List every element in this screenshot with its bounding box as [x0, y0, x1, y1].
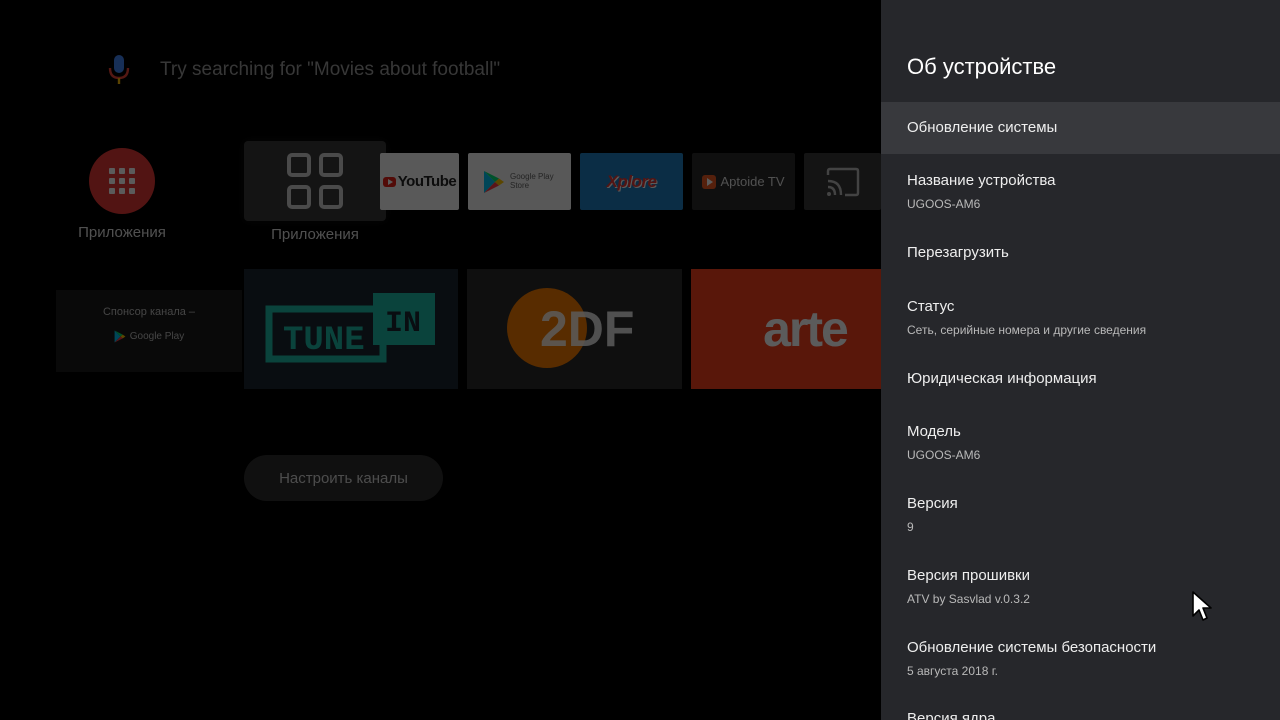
settings-item-status[interactable]: Статус Сеть, серийные номера и другие св…: [881, 298, 1280, 337]
channel-arte[interactable]: arte: [691, 269, 881, 389]
aptoide-play-icon: [702, 174, 717, 189]
settings-item-restart[interactable]: Перезагрузить: [881, 244, 1280, 262]
youtube-logo: YouTube: [382, 173, 457, 190]
arte-logo: arte: [763, 301, 849, 357]
app-xplore[interactable]: Xplore: [580, 153, 683, 210]
mouse-pointer-icon: [1192, 591, 1212, 621]
apps-grid-icon: [89, 148, 155, 214]
google-play-logo: Google Play Store: [483, 170, 556, 194]
svg-text:TUNE: TUNE: [283, 322, 365, 360]
settings-item-android-version[interactable]: Версия 9: [881, 495, 1280, 534]
xplore-logo: Xplore: [606, 171, 657, 191]
sponsor-label: Спонсор канала –: [102, 306, 196, 318]
svg-text:IN: IN: [385, 307, 421, 341]
settings-item-security-patch[interactable]: Обновление системы безопасности 5 август…: [881, 639, 1280, 678]
apps-squares-icon: [287, 153, 343, 209]
youtube-play-icon: [382, 176, 396, 187]
channel-tunein[interactable]: TUNE IN: [244, 269, 458, 389]
settings-item-kernel-version[interactable]: Версия ядра: [881, 710, 1280, 720]
app-cast[interactable]: [804, 153, 881, 210]
app-aptoide-tv[interactable]: Aptoide TV: [692, 153, 795, 210]
google-play-icon: [114, 330, 126, 343]
tunein-logo: TUNE IN: [265, 293, 435, 363]
settings-panel: Об устройстве Обновление системы Названи…: [881, 0, 1280, 720]
all-apps-tile-label: Приложения: [271, 226, 359, 243]
channel-sponsor: Спонсор канала – Google Play: [56, 290, 242, 372]
sponsor-brand: Google Play: [56, 330, 242, 343]
channel-zdf[interactable]: 2DF: [467, 269, 682, 389]
search-hint: Try searching for "Movies about football…: [160, 59, 501, 80]
settings-title: Об устройстве: [907, 54, 1057, 79]
svg-text:2DF: 2DF: [540, 301, 634, 357]
cast-icon: [826, 167, 859, 196]
apps-launcher[interactable]: Приложения: [62, 148, 182, 241]
search-bar[interactable]: Try searching for "Movies about football…: [104, 52, 500, 88]
all-apps-tile[interactable]: [244, 141, 386, 221]
settings-item-firmware-version[interactable]: Версия прошивки ATV by Sasvlad v.0.3.2: [881, 567, 1280, 606]
play-store-icon: [484, 170, 504, 193]
app-google-play-store[interactable]: Google Play Store: [468, 153, 571, 210]
apps-launcher-label: Приложения: [78, 224, 166, 241]
aptoide-logo: Aptoide TV: [702, 174, 785, 189]
settings-item-system-update[interactable]: Обновление системы: [881, 102, 1280, 154]
zdf-logo: 2DF: [506, 288, 634, 368]
settings-item-device-name[interactable]: Название устройства UGOOS-AM6: [881, 172, 1280, 211]
settings-item-legal-info[interactable]: Юридическая информация: [881, 370, 1280, 388]
microphone-icon[interactable]: [104, 53, 134, 87]
settings-item-model[interactable]: Модель UGOOS-AM6: [881, 423, 1280, 462]
customize-channels-button[interactable]: Настроить каналы: [244, 455, 443, 501]
home-screen: Try searching for "Movies about football…: [0, 0, 881, 720]
app-youtube[interactable]: YouTube: [380, 153, 459, 210]
